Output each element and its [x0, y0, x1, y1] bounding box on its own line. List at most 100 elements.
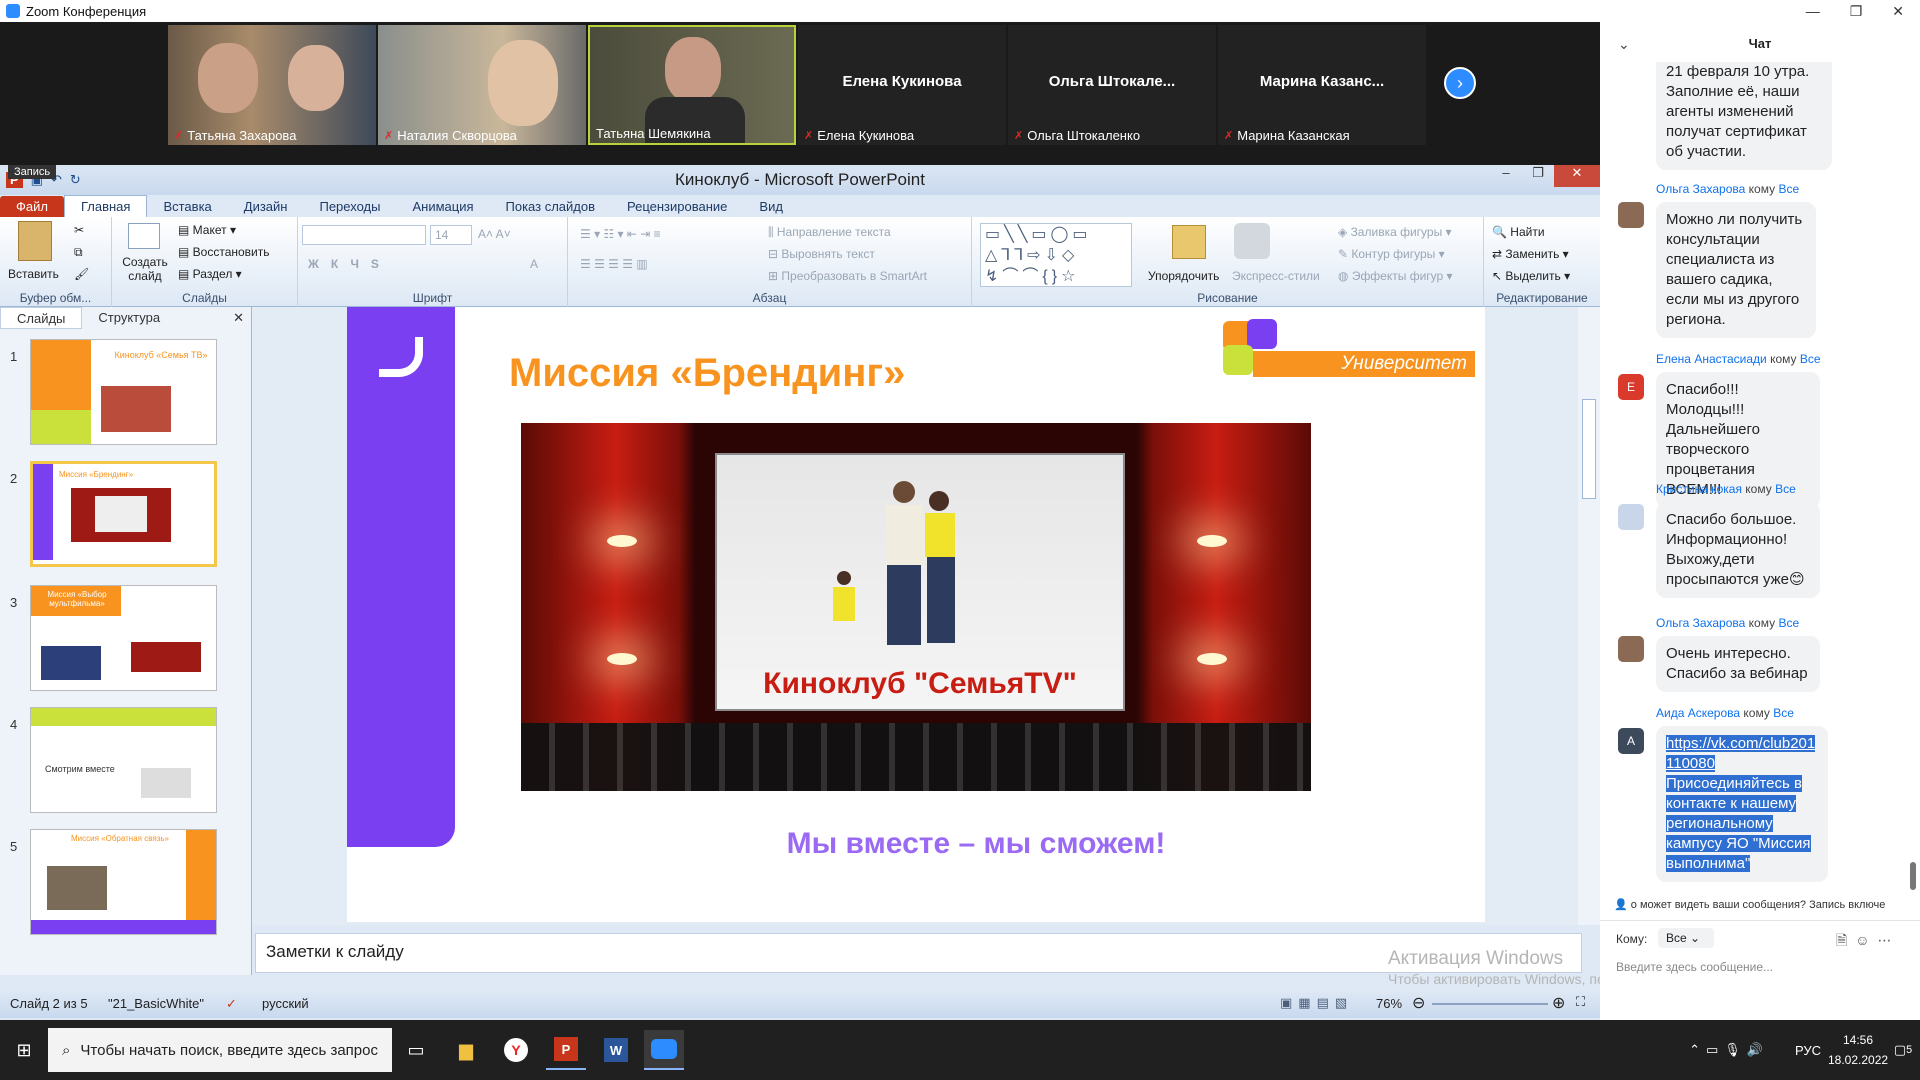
sender-name[interactable]: Аида Аскерова: [1656, 706, 1740, 720]
participant-tile[interactable]: Ольга Штокале... ✗ Ольга Штокаленко: [1008, 25, 1216, 145]
bullets-icon[interactable]: ☰ ▾ ☷ ▾ ⇤ ⇥ ≡: [580, 227, 661, 241]
close-button[interactable]: ✕: [1892, 3, 1904, 20]
notes-pane[interactable]: Заметки к слайду: [255, 933, 1582, 973]
tab-outline[interactable]: Структура: [82, 307, 176, 329]
tab-home[interactable]: Главная: [63, 195, 148, 217]
shape-fill-button[interactable]: ◈ Заливка фигуры ▾: [1338, 225, 1452, 239]
ppt-close-button[interactable]: ✕: [1554, 165, 1600, 187]
new-slide-button[interactable]: Создать слайд: [120, 255, 170, 283]
ppt-minimize-button[interactable]: –: [1490, 165, 1522, 187]
next-page-arrow-icon[interactable]: ›: [1444, 67, 1476, 99]
avatar: А: [1618, 728, 1644, 754]
participant-tile[interactable]: ✗ Татьяна Захарова: [168, 25, 376, 145]
language-label[interactable]: русский: [262, 996, 309, 1011]
powerpoint-taskbar-icon[interactable]: P: [546, 1030, 586, 1070]
paste-button[interactable]: Вставить: [8, 267, 59, 281]
scroll-thumb[interactable]: [1582, 399, 1596, 499]
participant-face: [665, 37, 721, 103]
chat-bubble-text: Присоединяйтесь в контакте к нашему реги…: [1666, 775, 1811, 872]
reset-button[interactable]: ▤ Восстановить: [178, 245, 270, 259]
align-icons[interactable]: ☰ ☰ ☰ ☰ ▥: [580, 257, 648, 271]
sender-name[interactable]: Елена Анастасиади: [1656, 352, 1767, 366]
tab-animation[interactable]: Анимация: [396, 196, 489, 217]
shape-outline-button[interactable]: ✎ Контур фигуры ▾: [1338, 247, 1445, 261]
layout-button[interactable]: ▤ Макет ▾: [178, 223, 236, 237]
tab-view[interactable]: Вид: [743, 196, 799, 217]
participant-tile[interactable]: ✗ Наталия Скворцова: [378, 25, 586, 145]
recipient-dropdown[interactable]: Все ⌄: [1658, 928, 1714, 948]
grow-font-icon[interactable]: A˄ A˅: [478, 227, 511, 241]
fit-slide-icon[interactable]: ⛶: [1576, 994, 1585, 1010]
view-buttons-icon[interactable]: ▣▦▤▧: [1280, 995, 1353, 1011]
arrange-icon: [1172, 225, 1206, 259]
tab-file[interactable]: Файл: [0, 196, 64, 217]
participant-tile[interactable]: Марина Казанс... ✗ Марина Казанская: [1218, 25, 1426, 145]
font-color-icon[interactable]: A: [530, 257, 538, 271]
zoom-percent[interactable]: 76%: [1376, 996, 1402, 1011]
minimize-button[interactable]: —: [1806, 3, 1820, 19]
tab-transitions[interactable]: Переходы: [303, 196, 396, 217]
word-taskbar-icon[interactable]: W: [596, 1030, 636, 1070]
current-slide[interactable]: Миссия «Брендинг» Университет Детства Ки…: [347, 307, 1485, 922]
shape-effects-button[interactable]: ◍ Эффекты фигур ▾: [1338, 269, 1453, 283]
slide-thumbnail-selected[interactable]: Миссия «Брендинг»: [30, 461, 217, 567]
chat-tools-icons[interactable]: 🗎☺⋯: [1836, 930, 1900, 954]
arrange-button[interactable]: Упорядочить: [1148, 269, 1219, 283]
ppt-restore-button[interactable]: ❐: [1522, 165, 1554, 187]
select-button[interactable]: ↖ Выделить ▾: [1492, 269, 1570, 283]
file-explorer-icon[interactable]: ▆: [446, 1030, 486, 1070]
chat-notice[interactable]: о может видеть ваши сообщения? Запись вк…: [1631, 899, 1886, 911]
font-name-combo[interactable]: [302, 225, 426, 245]
maximize-button[interactable]: ❐: [1850, 3, 1863, 20]
chat-link[interactable]: https://vk.com/club201110080: [1666, 735, 1816, 772]
participant-tile[interactable]: Елена Кукинова ✗ Елена Кукинова: [798, 25, 1006, 145]
clock[interactable]: 14:56 18.02.2022: [1828, 1030, 1888, 1070]
participant-tile-active[interactable]: Татьяна Шемякина: [588, 25, 796, 145]
smartart-button[interactable]: ⊞ Преобразовать в SmartArt: [768, 269, 927, 283]
slide-thumbnail[interactable]: Смотрим вместе: [30, 707, 217, 813]
replace-button[interactable]: ⇄ Заменить ▾: [1492, 247, 1569, 261]
chat-scroll-thumb[interactable]: [1910, 862, 1916, 890]
windows-start-icon[interactable]: ⊞: [4, 1030, 44, 1070]
task-view-icon[interactable]: ▭: [396, 1030, 436, 1070]
group-label: Редактирование: [1496, 291, 1588, 305]
sender-name[interactable]: Кристина кокая: [1656, 482, 1742, 496]
slide-thumbnail[interactable]: Миссия «Выбор мультфильма»: [30, 585, 217, 691]
find-button[interactable]: 🔍 Найти: [1492, 225, 1545, 239]
tab-insert[interactable]: Вставка: [147, 196, 227, 217]
zoom-taskbar-icon[interactable]: [644, 1030, 684, 1070]
shapes-gallery[interactable]: ▭╲╲▭◯▭ △⅂⅂⇨⇩◇ ↯⌒⌒{}☆: [980, 223, 1132, 287]
zoom-out-icon[interactable]: ⊖: [1412, 993, 1425, 1013]
input-language[interactable]: РУС: [1788, 1030, 1828, 1070]
spellcheck-icon[interactable]: ✓: [226, 996, 237, 1012]
tray-icons[interactable]: ⌃▭🎙🔊: [1664, 1030, 1794, 1070]
tab-slideshow[interactable]: Показ слайдов: [490, 196, 612, 217]
vertical-scrollbar[interactable]: [1578, 307, 1600, 925]
copy-icon[interactable]: ⧉: [74, 245, 83, 260]
sender-name[interactable]: Ольга Захарова: [1656, 182, 1745, 196]
tab-review[interactable]: Рецензирование: [611, 196, 743, 217]
chat-input[interactable]: Введите здесь сообщение...: [1616, 960, 1906, 974]
zoom-in-icon[interactable]: ⊕: [1552, 993, 1565, 1013]
close-pane-icon[interactable]: ✕: [225, 307, 252, 329]
slide-thumbnail[interactable]: Киноклуб «Семья ТВ»: [30, 339, 217, 445]
tab-design[interactable]: Дизайн: [228, 196, 304, 217]
participant-big-name: Марина Казанс...: [1259, 73, 1385, 90]
align-text-button[interactable]: ⊟ Выровнять текст: [768, 247, 875, 261]
section-button[interactable]: ▤ Раздел ▾: [178, 267, 242, 281]
notifications-icon[interactable]: ▢ 5: [1888, 1030, 1918, 1070]
font-size-combo[interactable]: 14: [430, 225, 472, 245]
cut-icon[interactable]: ✂: [74, 223, 84, 237]
sender-name[interactable]: Ольга Захарова: [1656, 616, 1745, 630]
quick-styles-button[interactable]: Экспресс-стили: [1232, 269, 1320, 283]
taskbar-search[interactable]: ⌕ Чтобы начать поиск, введите здесь запро…: [48, 1028, 392, 1072]
format-painter-icon[interactable]: 🖌: [74, 267, 89, 281]
font-format-icons[interactable]: ЖКЧS: [308, 257, 391, 271]
notification-count: 5: [1906, 1044, 1913, 1056]
yandex-browser-icon[interactable]: Y: [496, 1030, 536, 1070]
tab-slides[interactable]: Слайды: [0, 307, 83, 329]
participant-gallery: ✗ Татьяна Захарова ✗ Наталия Скворцова Тат…: [0, 22, 1600, 165]
zoom-slider[interactable]: [1432, 1003, 1548, 1005]
slide-thumbnail[interactable]: Миссия «Обратная связь»: [30, 829, 217, 935]
text-direction-button[interactable]: ⫼ Направление текста: [768, 225, 891, 240]
